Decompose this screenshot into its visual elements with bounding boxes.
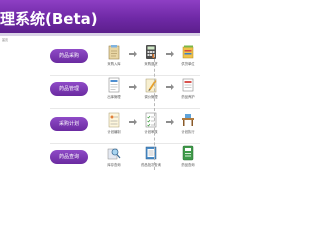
flow-item-label: 计划编制 [107, 130, 121, 134]
flow-item-label: 供货单位 [181, 62, 195, 66]
flow-item-purchase-inbound[interactable]: 采购入库 [102, 44, 126, 72]
flow-item-label: 药品养护 [181, 95, 195, 99]
category-button-management[interactable]: 药品管理 [50, 82, 88, 96]
app-header: 理系统(Beta) [0, 0, 200, 33]
arrow-right-icon [166, 119, 174, 125]
arrow-right-icon [166, 84, 174, 90]
flow-item-batch-query[interactable]: 药品批次查询 [139, 145, 163, 173]
flow-item-label: 计划执行 [181, 130, 195, 134]
desk-icon [182, 114, 194, 126]
flow-item-label: 计划审核 [144, 130, 158, 134]
row-divider [50, 75, 200, 76]
flow-item-label: 药品查询 [181, 163, 195, 167]
plan-document-icon [108, 112, 120, 128]
flow-item-price-adjust[interactable]: 调价管理 [139, 77, 163, 105]
workflow-panel: 药品采购 采购入库 采购退货 供货单位 药品管理 出库管理 调价管理 药品养护 … [50, 44, 200, 200]
breadcrumb[interactable]: 首页 [2, 38, 8, 42]
category-button-query[interactable]: 药品查询 [50, 150, 88, 164]
flow-row-query: 药品查询 库存查询 药品批次查询 药品查询 [50, 145, 200, 173]
flow-item-label: 出库管理 [107, 95, 121, 99]
flow-connector [154, 54, 156, 170]
toolbar-strip [0, 33, 200, 36]
row-divider [50, 108, 200, 109]
flow-item-label: 库存查询 [107, 163, 121, 167]
arrow-right-icon [166, 51, 174, 57]
flow-row-plan: 采购计划 计划编制 计划审核 计划执行 [50, 112, 200, 144]
book-icon [182, 145, 194, 161]
document-icon [108, 77, 120, 93]
arrow-right-icon [129, 51, 137, 57]
flow-item-maintenance[interactable]: 药品养护 [176, 77, 200, 105]
arrow-right-icon [129, 84, 137, 90]
flow-item-plan-compose[interactable]: 计划编制 [102, 112, 126, 140]
flow-row-procurement: 药品采购 采购入库 采购退货 供货单位 [50, 44, 200, 76]
clipboard-icon [108, 45, 120, 60]
flow-item-plan-review[interactable]: 计划审核 [139, 112, 163, 140]
magnifier-icon [107, 148, 121, 160]
category-button-plan[interactable]: 采购计划 [50, 117, 88, 131]
flow-item-purchase-return[interactable]: 采购退货 [139, 44, 163, 72]
row-divider [50, 143, 200, 144]
flow-item-label: 药品批次查询 [141, 163, 161, 167]
category-button-procurement[interactable]: 药品采购 [50, 49, 88, 63]
flow-item-label: 调价管理 [144, 95, 158, 99]
flow-item-drug-query[interactable]: 药品查询 [176, 145, 200, 173]
flow-item-outbound[interactable]: 出库管理 [102, 77, 126, 105]
flow-item-label: 采购入库 [107, 62, 121, 66]
folder-stack-icon [182, 45, 194, 59]
app-title: 理系统(Beta) [0, 10, 98, 28]
flow-item-supplier[interactable]: 供货单位 [176, 44, 200, 72]
receipt-icon [182, 78, 194, 92]
flow-item-stock-query[interactable]: 库存查询 [102, 145, 126, 173]
flow-item-plan-execute[interactable]: 计划执行 [176, 112, 200, 140]
flow-row-management: 药品管理 出库管理 调价管理 药品养护 [50, 77, 200, 109]
flow-item-label: 采购退货 [144, 62, 158, 66]
arrow-right-icon [129, 119, 137, 125]
